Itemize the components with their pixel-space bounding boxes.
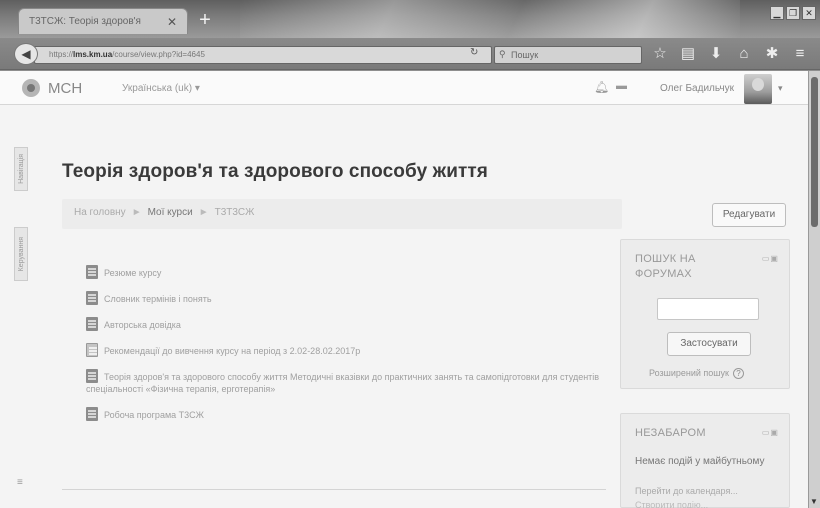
breadcrumb: На головну ► Мої курси ► Т3Т3СЖ xyxy=(62,199,622,229)
list-item-label: Теорія здоров'я та здорового способу жит… xyxy=(86,372,600,394)
breadcrumb-home[interactable]: На головну xyxy=(74,207,126,218)
browser-titlebar: Т3ТСЖ: Теорія здоров'я ✕ + ▁ ❐ ✕ xyxy=(0,0,820,38)
advanced-search-link[interactable]: Розширений пошук? xyxy=(649,368,744,379)
course-resource-list: Резюме курсу Словник термінів і понять А… xyxy=(86,265,606,435)
browser-tab[interactable]: Т3ТСЖ: Теорія здоров'я ✕ xyxy=(18,8,188,34)
drawer-tab-navigation[interactable]: Навігація xyxy=(14,147,28,191)
drawer-tab-administration[interactable]: Керування xyxy=(14,227,28,281)
messages-icon[interactable]: ▬ xyxy=(616,80,627,92)
advanced-search-label: Розширений пошук xyxy=(649,368,729,378)
close-window-button[interactable]: ✕ xyxy=(802,6,816,20)
apply-button[interactable]: Застосувати xyxy=(667,332,751,356)
url-path: /course/view.php?id=4645 xyxy=(112,50,205,59)
breadcrumb-separator-icon: ► xyxy=(198,207,209,218)
hamburger-menu-icon[interactable]: ≡ xyxy=(792,44,808,64)
breadcrumb-separator-icon: ► xyxy=(131,207,142,218)
scrollbar-thumb[interactable] xyxy=(811,77,818,227)
forum-search-input[interactable] xyxy=(657,298,759,320)
list-item[interactable]: Словник термінів і понять xyxy=(86,291,606,305)
notifications-bell-icon[interactable]: 🔔︎ xyxy=(594,80,609,94)
file-icon xyxy=(86,407,98,421)
titlebar-sheen xyxy=(240,0,740,38)
list-item-label: Авторська довідка xyxy=(104,320,181,330)
list-item-label: Рекомендації до вивчення курсу на період… xyxy=(104,346,361,356)
bookmark-star-icon[interactable]: ☆ xyxy=(652,44,668,64)
page-icon xyxy=(86,343,98,357)
list-item-label: Резюме курсу xyxy=(104,268,162,278)
site-logo-icon[interactable] xyxy=(22,79,40,97)
url-prefix: https:// xyxy=(49,50,74,59)
browser-navbar: https://lms.km.ua/course/view.php?id=464… xyxy=(0,38,820,70)
file-icon xyxy=(86,291,98,305)
browser-search-input[interactable]: ⚲ Пошук xyxy=(494,46,642,64)
list-item[interactable]: Рекомендації до вивчення курсу на період… xyxy=(86,343,606,357)
minimize-button[interactable]: ▁ xyxy=(770,6,784,20)
drawer-tab-navigation-label: Навігація xyxy=(17,154,25,184)
list-item[interactable]: Робоча програма Т3СЖ xyxy=(86,407,606,421)
block-dock-icon[interactable]: ▭▣ xyxy=(762,428,779,437)
content-divider xyxy=(62,489,606,490)
upcoming-title: НЕЗАБАРОМ xyxy=(635,427,706,439)
list-item-label: Словник термінів і понять xyxy=(104,294,212,304)
search-icon: ⚲ xyxy=(499,49,506,59)
list-item-label: Робоча програма Т3СЖ xyxy=(104,410,204,420)
avatar[interactable] xyxy=(744,74,772,104)
page-scrollbar[interactable]: ▼ xyxy=(808,71,820,508)
calendar-link[interactable]: Перейти до календаря... xyxy=(635,486,738,496)
list-item[interactable]: Резюме курсу xyxy=(86,265,606,279)
site-header: МСН Українська (uk) ▾ 🔔︎ ▬ Олег Бадильчу… xyxy=(0,71,808,105)
reading-list-icon[interactable]: ▤ xyxy=(680,44,696,64)
new-tab-button[interactable]: + xyxy=(194,10,216,32)
page-title: Теорія здоров'я та здорового способу жит… xyxy=(62,161,488,182)
scroll-down-arrow-icon[interactable]: ▼ xyxy=(810,497,818,506)
language-menu[interactable]: Українська (uk) ▾ xyxy=(122,83,200,94)
window-controls: ▁ ❐ ✕ xyxy=(770,6,816,20)
home-icon[interactable]: ⌂ xyxy=(736,44,752,64)
file-icon xyxy=(86,317,98,331)
tab-title: Т3ТСЖ: Теорія здоров'я xyxy=(29,16,141,27)
back-arrow-icon[interactable]: ◀ xyxy=(14,43,38,65)
list-item[interactable]: Авторська довідка xyxy=(86,317,606,331)
extension-icon[interactable]: ✱ xyxy=(764,44,780,64)
reload-icon[interactable]: ↻ xyxy=(470,47,478,58)
new-event-link[interactable]: Створити подію... xyxy=(635,500,708,508)
forum-search-block: ПОШУК НА ФОРУМАХ ▭▣ Застосувати Розширен… xyxy=(620,239,790,389)
edit-button[interactable]: Редагувати xyxy=(712,203,786,227)
breadcrumb-my-courses[interactable]: Мої курси xyxy=(148,207,193,218)
web-page: МСН Українська (uk) ▾ 🔔︎ ▬ Олег Бадильчу… xyxy=(0,71,808,508)
help-icon[interactable]: ? xyxy=(732,368,744,379)
block-dock-icon[interactable]: ▭▣ xyxy=(762,254,779,263)
url-host: lms.km.ua xyxy=(73,50,113,59)
drawer-tab-administration-label: Керування xyxy=(17,236,25,272)
maximize-button[interactable]: ❐ xyxy=(786,6,800,20)
file-icon xyxy=(86,369,98,383)
tab-close-icon[interactable]: ✕ xyxy=(167,15,177,29)
user-menu-caret-icon[interactable]: ▾ xyxy=(778,83,783,94)
no-events-text: Немає подій у майбутньому xyxy=(635,456,765,467)
breadcrumb-current-course[interactable]: Т3Т3СЖ xyxy=(215,207,255,218)
site-name[interactable]: МСН xyxy=(48,80,82,97)
download-icon[interactable]: ⬇ xyxy=(708,44,724,64)
url-bar[interactable]: https://lms.km.ua/course/view.php?id=464… xyxy=(34,46,492,64)
list-item[interactable]: Теорія здоров'я та здорового способу жит… xyxy=(86,369,606,395)
upcoming-events-block: НЕЗАБАРОМ ▭▣ Немає подій у майбутньому П… xyxy=(620,413,790,508)
file-icon xyxy=(86,265,98,279)
forum-search-title: ПОШУК НА ФОРУМАХ xyxy=(635,253,696,280)
search-placeholder: Пошук xyxy=(511,50,539,60)
user-name[interactable]: Олег Бадильчук xyxy=(660,83,734,94)
dock-toggle-icon[interactable]: ≡ xyxy=(17,477,23,488)
browser-toolbar-icons: ☆ ▤ ⬇ ⌂ ✱ ≡ xyxy=(652,44,808,64)
